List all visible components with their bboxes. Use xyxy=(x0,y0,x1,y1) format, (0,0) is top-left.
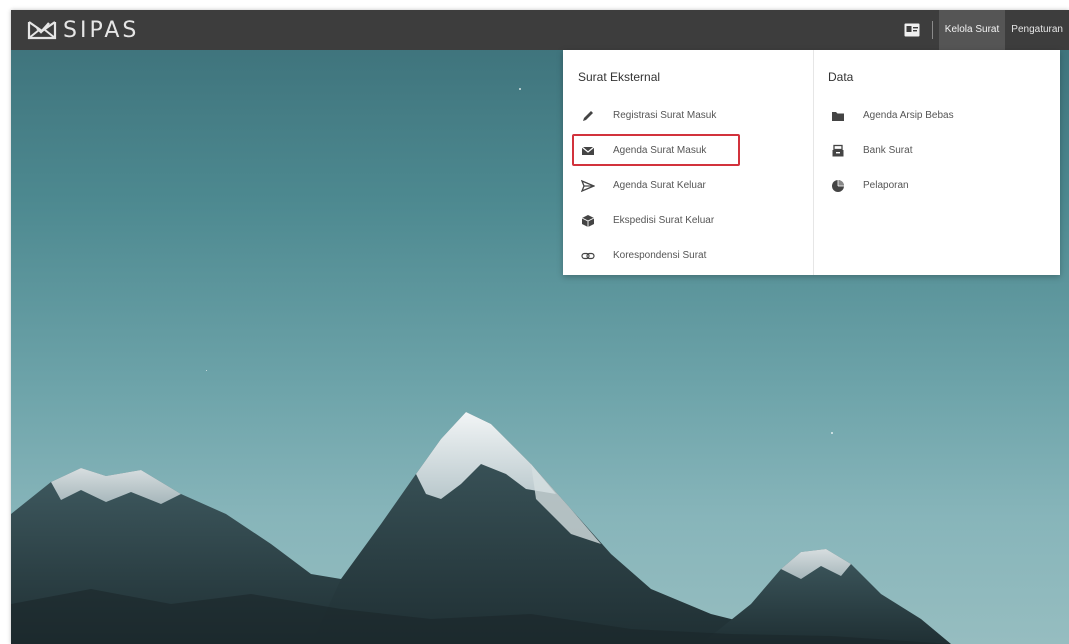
id-card-icon[interactable] xyxy=(904,22,920,38)
link-icon xyxy=(581,249,595,263)
background-star xyxy=(206,370,207,371)
menu-item-korespondensi-surat[interactable]: Korespondensi Surat xyxy=(563,238,813,273)
menu-item-label: Bank Surat xyxy=(863,145,913,156)
menu-item-agenda-arsip-bebas[interactable]: Agenda Arsip Bebas xyxy=(814,98,1060,133)
kelola-surat-dropdown: Surat Eksternal Registrasi Surat Masuk A… xyxy=(563,50,1060,275)
menu-item-agenda-surat-masuk[interactable]: Agenda Surat Masuk xyxy=(563,133,813,168)
menu-item-label: Registrasi Surat Masuk xyxy=(613,110,717,121)
menu-column-surat-eksternal: Surat Eksternal Registrasi Surat Masuk A… xyxy=(563,50,814,275)
app-logo[interactable]: SIPAS xyxy=(27,17,140,43)
mountain-background-image xyxy=(11,412,951,644)
paper-plane-icon xyxy=(581,179,595,193)
navbar-right: Kelola Surat Pengaturan xyxy=(904,10,1069,50)
nav-pengaturan[interactable]: Pengaturan xyxy=(1005,10,1069,50)
menu-item-label: Korespondensi Surat xyxy=(613,250,707,261)
app-name: SIPAS xyxy=(63,17,140,43)
top-navbar: SIPAS Kelola Surat Pengaturan xyxy=(11,10,1069,50)
menu-item-registrasi-surat-masuk[interactable]: Registrasi Surat Masuk xyxy=(563,98,813,133)
pencil-icon xyxy=(581,109,595,123)
menu-item-agenda-surat-keluar[interactable]: Agenda Surat Keluar xyxy=(563,168,813,203)
menu-item-label: Agenda Surat Keluar xyxy=(613,180,706,191)
app-window: SIPAS Kelola Surat Pengaturan Surat Ekst… xyxy=(11,10,1069,644)
menu-list: Agenda Arsip Bebas Bank Surat Pelaporan xyxy=(814,98,1060,203)
menu-item-label: Pelaporan xyxy=(863,180,909,191)
menu-column-title: Surat Eksternal xyxy=(578,70,661,84)
menu-column-title: Data xyxy=(828,70,854,84)
menu-item-bank-surat[interactable]: Bank Surat xyxy=(814,133,1060,168)
menu-item-label: Ekspedisi Surat Keluar xyxy=(613,215,715,226)
menu-item-pelaporan[interactable]: Pelaporan xyxy=(814,168,1060,203)
nav-kelola-surat[interactable]: Kelola Surat xyxy=(938,10,1006,50)
navbar-separator xyxy=(931,21,933,39)
background-star xyxy=(519,88,521,90)
folder-icon xyxy=(831,109,845,123)
menu-item-label: Agenda Arsip Bebas xyxy=(863,110,954,121)
envelope-check-icon xyxy=(27,21,57,40)
archive-icon xyxy=(831,144,845,158)
menu-item-label: Agenda Surat Masuk xyxy=(613,145,707,156)
envelope-icon xyxy=(581,144,595,158)
menu-list: Registrasi Surat Masuk Agenda Surat Masu… xyxy=(563,98,813,273)
pie-chart-icon xyxy=(831,179,845,193)
cube-icon xyxy=(581,214,595,228)
menu-column-data: Data Agenda Arsip Bebas Bank Surat Pelap… xyxy=(814,50,1060,275)
menu-item-ekspedisi-surat-keluar[interactable]: Ekspedisi Surat Keluar xyxy=(563,203,813,238)
